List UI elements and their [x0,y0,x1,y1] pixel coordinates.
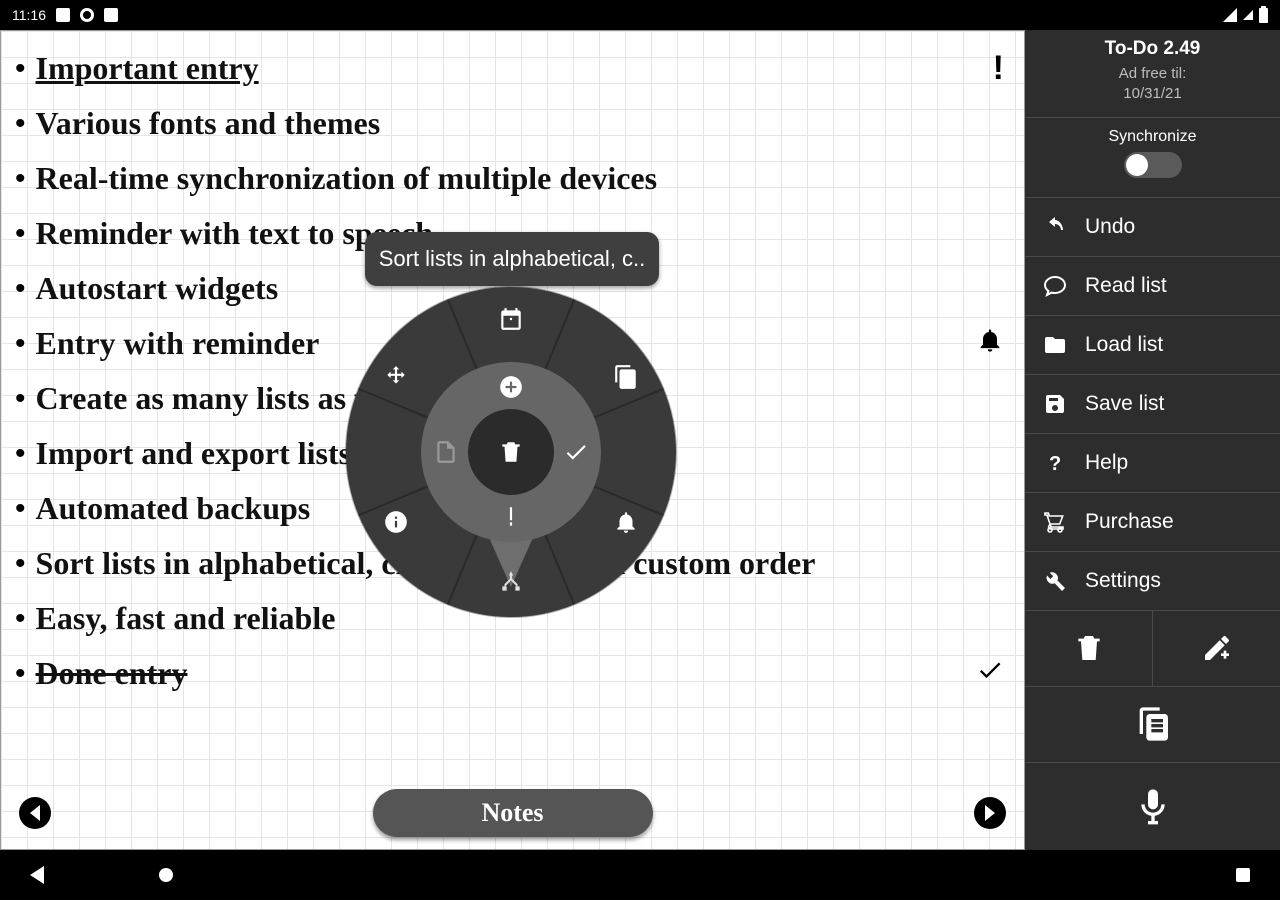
sidebar-label-read: Read list [1085,274,1167,298]
radial-calendar-button[interactable] [491,299,531,339]
sidebar-item-purchase[interactable]: Purchase [1025,493,1280,552]
entry-text: Easy, fast and reliable [36,600,336,637]
sidebar-voice-button[interactable] [1025,763,1280,851]
radial-menu[interactable] [346,287,676,617]
nav-recent-button[interactable] [1236,868,1250,882]
list-entry[interactable]: •Important entry! [15,41,1010,96]
sync-toggle[interactable] [1124,152,1182,178]
check-icon [563,439,589,465]
nav-back-button[interactable] [30,866,44,884]
ad-free-label: Ad free til: [1119,65,1187,82]
radial-notes-button[interactable] [426,432,466,472]
bell-icon [613,509,639,535]
app-title: To-Do 2.49 [1025,38,1280,60]
status-icon-b [80,8,94,22]
sidebar-item-undo[interactable]: Undo [1025,198,1280,257]
sidebar-item-help[interactable]: ? Help [1025,434,1280,493]
entry-text: Done entry [36,655,188,692]
entry-indicator-important: ! [993,49,1004,88]
help-icon: ? [1043,451,1067,475]
radial-sort-button[interactable] [491,562,531,602]
radial-done-button[interactable] [556,432,596,472]
sidebar-item-load[interactable]: Load list [1025,316,1280,375]
sidebar-delete-button[interactable] [1025,611,1153,686]
edit-add-icon [1201,632,1233,664]
radial-add-button[interactable] [491,367,531,407]
wifi-icon [1223,8,1237,22]
list-entry[interactable]: •Various fonts and themes [15,96,1010,151]
sidebar-item-save[interactable]: Save list [1025,375,1280,434]
move-icon [383,364,409,390]
list-entry[interactable]: •Done entry [15,646,1010,701]
sidebar-edit-button[interactable] [1153,611,1280,686]
status-icon-a [56,8,70,22]
cart-icon [1043,510,1067,534]
undo-icon [1043,215,1067,239]
entry-indicator-check [976,656,1004,691]
sidebar-item-settings[interactable]: Settings [1025,552,1280,611]
sync-label: Synchronize [1025,128,1280,146]
status-time: 11:16 [12,7,46,23]
radial-info-button[interactable] [376,502,416,542]
radial-reminder-button[interactable] [606,502,646,542]
sort-branch-icon [498,569,524,595]
radial-delete-button[interactable] [468,409,554,495]
copy-icon [613,364,639,390]
sidebar-label-purchase: Purchase [1085,510,1174,534]
system-nav-bar [0,850,1280,900]
list-title-button[interactable]: Notes [373,789,653,837]
entry-indicator-bell [976,326,1004,361]
svg-text:?: ? [1049,453,1061,475]
calendar-icon [498,306,524,332]
add-circle-icon [498,374,524,400]
notes-icon [433,439,459,465]
radial-move-button[interactable] [376,357,416,397]
next-list-button[interactable] [974,797,1006,829]
entry-text: Important entry [36,50,259,87]
info-icon [383,509,409,535]
save-icon [1043,392,1067,416]
status-bar: 11:16 [0,0,1280,30]
list-title-label: Notes [481,798,543,828]
entry-text: Autostart widgets [36,270,279,307]
trash-icon [498,439,524,465]
sidebar-label-save: Save list [1085,392,1164,416]
wrench-icon [1043,569,1067,593]
sidebar-item-read[interactable]: Read list [1025,257,1280,316]
battery-icon [1259,8,1268,23]
exclamation-icon [498,504,524,530]
radial-important-button[interactable] [491,497,531,537]
prev-list-button[interactable] [19,797,51,829]
microphone-icon [1133,786,1173,826]
radial-tooltip: Sort lists in alphabetical, c.. [365,232,659,286]
ad-free-date: 10/31/21 [1123,85,1181,102]
status-icon-c [104,8,118,22]
sidebar-label-load: Load list [1085,333,1163,357]
speech-bubble-icon [1043,274,1067,298]
sidebar-label-settings: Settings [1085,569,1161,593]
list-entry[interactable]: •Real-time synchronization of multiple d… [15,151,1010,206]
sidebar-label-undo: Undo [1085,215,1135,239]
sidebar-lists-button[interactable] [1025,687,1280,763]
sidebar-header: To-Do 2.49 Ad free til: 10/31/21 [1025,30,1280,118]
entry-text: Automated backups [36,490,311,527]
lists-icon [1133,704,1173,744]
sync-section: Synchronize [1025,118,1280,198]
entry-text: Entry with reminder [36,325,320,362]
radial-copy-button[interactable] [606,357,646,397]
sidebar: To-Do 2.49 Ad free til: 10/31/21 Synchro… [1025,30,1280,850]
nav-home-button[interactable] [159,868,173,882]
sidebar-label-help: Help [1085,451,1128,475]
folder-icon [1043,333,1067,357]
entry-text: Real-time synchronization of multiple de… [36,160,658,197]
entry-text: Various fonts and themes [36,105,381,142]
cell-signal-icon [1243,10,1253,20]
trash-icon [1073,632,1105,664]
